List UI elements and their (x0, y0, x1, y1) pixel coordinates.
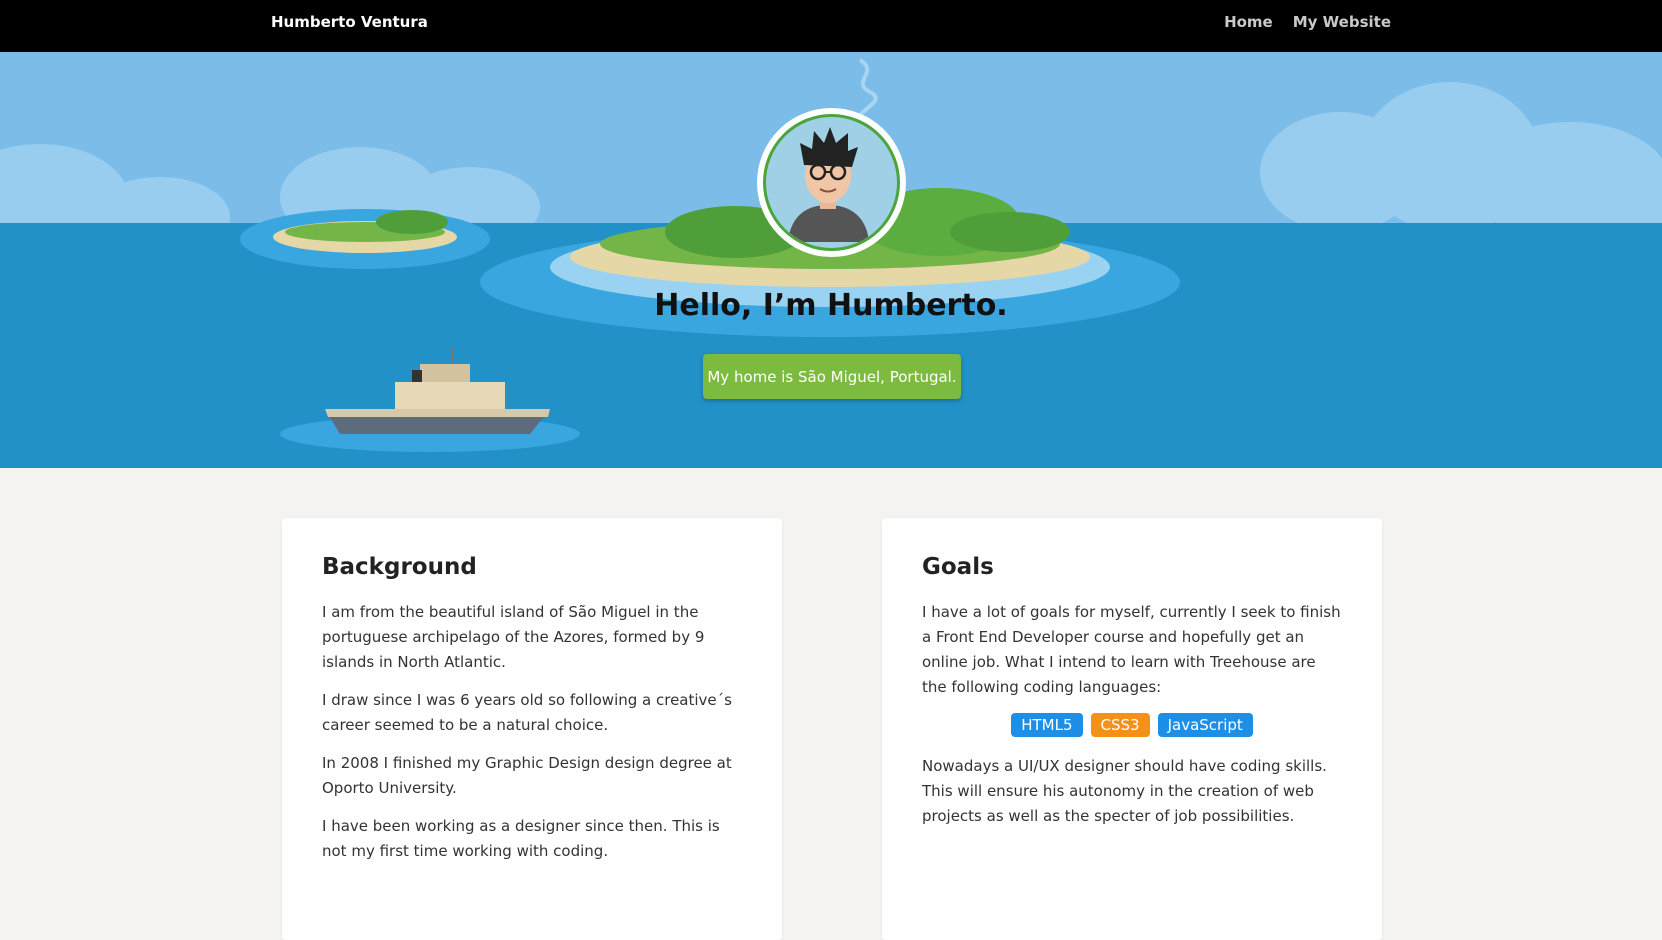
background-paragraph: I am from the beautiful island of São Mi… (322, 603, 705, 671)
background-paragraph: I draw since I was 6 years old so follow… (322, 691, 732, 734)
background-paragraph: I have been working as a designer since … (322, 817, 720, 860)
skill-tags: HTML5 CSS3 JavaScript (922, 713, 1342, 737)
tag-css3: CSS3 (1090, 713, 1150, 737)
home-location-button[interactable]: My home is São Miguel, Portugal. (703, 354, 961, 399)
goals-card: Goals I have a lot of goals for myself, … (882, 518, 1382, 940)
goals-heading: Goals (922, 554, 994, 580)
background-card: Background I am from the beautiful islan… (282, 518, 782, 940)
hero-banner: Hello, I’m Humberto. My home is São Migu… (0, 52, 1662, 468)
background-heading: Background (322, 554, 477, 580)
top-navbar: Humberto Ventura Home My Website (0, 0, 1662, 52)
hero-title: Hello, I’m Humberto. (654, 288, 1008, 323)
nav-links: Home My Website (1224, 13, 1391, 31)
avatar (757, 108, 906, 257)
tag-javascript: JavaScript (1157, 713, 1253, 737)
nav-link-my-website[interactable]: My Website (1293, 13, 1391, 31)
goals-intro: I have a lot of goals for myself, curren… (922, 603, 1341, 696)
background-paragraph: In 2008 I finished my Graphic Design des… (322, 754, 732, 797)
goals-outro: Nowadays a UI/UX designer should have co… (922, 757, 1327, 825)
nav-link-home[interactable]: Home (1224, 13, 1273, 31)
brand-link[interactable]: Humberto Ventura (271, 13, 428, 31)
tag-html5: HTML5 (1011, 713, 1083, 737)
avatar-illustration (788, 127, 869, 242)
